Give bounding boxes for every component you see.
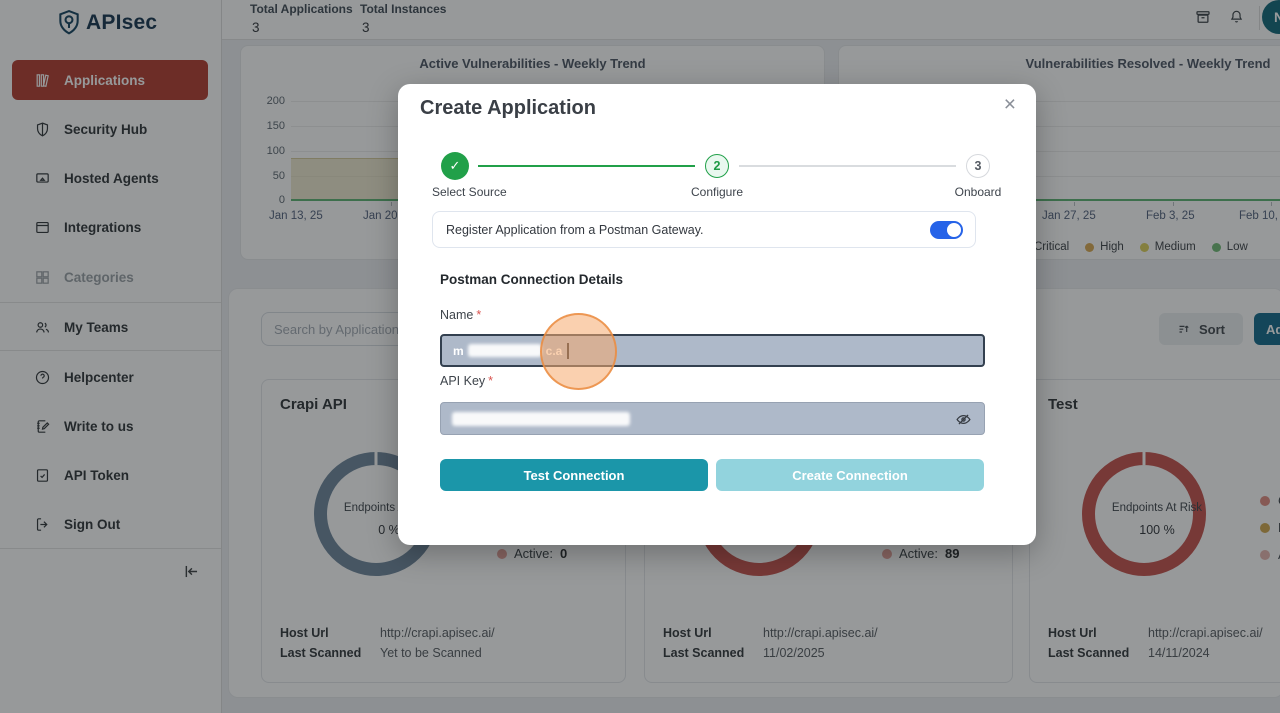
test-connection-button[interactable]: Test Connection	[440, 459, 708, 491]
name-value-start: m	[453, 344, 464, 358]
create-application-modal: Create Application × ✓ 2 3 Select Source…	[398, 84, 1036, 545]
section-title: Postman Connection Details	[440, 272, 623, 287]
close-icon[interactable]: ×	[1004, 94, 1016, 115]
step-connector-done	[478, 165, 695, 167]
step-onboard-circle: 3	[966, 154, 990, 178]
create-connection-button[interactable]: Create Connection	[716, 459, 984, 491]
field-label-text: Name	[440, 308, 473, 322]
name-value-end: c.a	[546, 344, 563, 358]
eye-off-icon[interactable]	[955, 411, 972, 428]
api-key-field-label: API Key*	[440, 374, 493, 388]
required-asterisk: *	[476, 308, 481, 322]
redacted-text	[468, 344, 542, 357]
name-field[interactable]: m c.a	[440, 334, 985, 367]
toggle-label: Register Application from a Postman Gate…	[446, 223, 704, 237]
postman-gateway-toggle-row: Register Application from a Postman Gate…	[432, 211, 976, 248]
step-label-select-source: Select Source	[432, 185, 507, 199]
step-select-source-circle: ✓	[441, 152, 469, 180]
postman-gateway-toggle[interactable]	[930, 221, 963, 239]
toggle-knob	[947, 223, 961, 237]
step-label-configure: Configure	[691, 185, 743, 199]
api-key-field[interactable]	[440, 402, 985, 435]
modal-title: Create Application	[420, 97, 596, 120]
step-configure-circle: 2	[705, 154, 729, 178]
text-caret	[567, 343, 569, 359]
name-field-label: Name*	[440, 308, 481, 322]
redacted-text	[452, 412, 630, 426]
step-connector-pending	[739, 165, 956, 167]
field-label-text: API Key	[440, 374, 485, 388]
required-asterisk: *	[488, 374, 493, 388]
step-label-onboard: Onboard	[955, 185, 1002, 199]
